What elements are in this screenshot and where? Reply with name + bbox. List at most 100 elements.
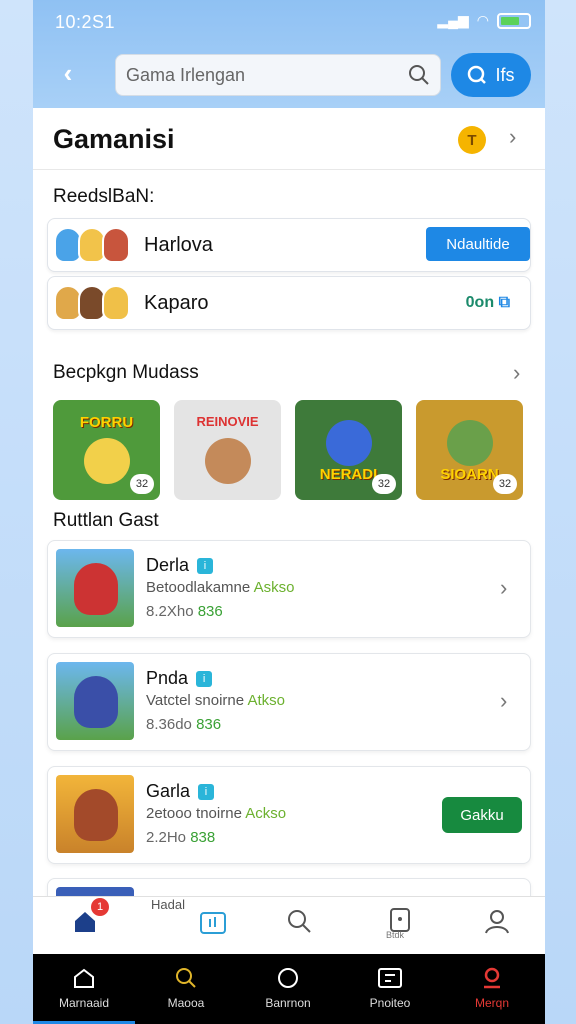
home-icon	[74, 968, 94, 988]
phone-screen: 10:2S1 ▂▄▆ ◠ ‹ Ifs Gamanisi T › R	[33, 0, 545, 1024]
search-button[interactable]: Ifs	[451, 53, 531, 97]
dark-nav-search[interactable]: Maooa	[135, 954, 237, 1024]
share-icon: ⧉	[498, 294, 510, 311]
play-button[interactable]: Gakku	[442, 797, 522, 833]
chevron-right-icon[interactable]: ›	[513, 360, 520, 386]
recent-heading: Ruttlan Gast	[53, 510, 159, 531]
desc-highlight: Askso	[253, 579, 295, 596]
info-tag-icon: i	[197, 557, 214, 574]
battery-icon	[497, 12, 531, 29]
search-icon	[288, 910, 311, 933]
desc-highlight: Ackso	[245, 805, 287, 822]
game-name-row: Garla i	[146, 781, 215, 802]
dark-nav-profile-card[interactable]: Pnoiteo	[339, 954, 441, 1024]
stats-highlight: 836	[196, 716, 222, 733]
game-character-icon	[83, 438, 130, 484]
tile-title: REINOVIE	[196, 414, 259, 429]
bottom-nav-light	[33, 896, 545, 954]
game-name-row: Pnda i	[146, 668, 213, 689]
title-row: Gamanisi T ›	[33, 108, 545, 170]
wifi-icon: ◠	[476, 12, 489, 28]
game-tile[interactable]: SIOARN 32	[416, 400, 523, 500]
game-description: Betoodlakamne Askso	[146, 579, 294, 596]
tile-badge: 32	[130, 474, 154, 494]
game-tile[interactable]: FORRU 32	[53, 400, 160, 500]
game-character-icon	[204, 438, 251, 484]
game-card[interactable]: Garla i 2etooo tnoirne Ackso 2.2Ho 838 G…	[47, 766, 531, 864]
game-character-icon	[325, 420, 372, 466]
avatar	[102, 285, 130, 321]
search-button-icon	[468, 65, 487, 84]
game-character-icon	[74, 789, 118, 841]
stats-text: 8.2Xho	[146, 603, 194, 620]
library-icon	[200, 912, 226, 934]
dark-nav-label: Pnoiteo	[369, 996, 411, 1010]
dark-nav-label: Merqn	[474, 996, 509, 1010]
popular-heading: Becpkgn Mudass	[53, 362, 199, 383]
chevron-right-icon[interactable]: ›	[500, 575, 507, 601]
notification-badge: 1	[91, 898, 109, 916]
dark-nav-label: Marnaaid	[58, 996, 110, 1010]
friend-avatars	[54, 285, 130, 321]
peek-label: Hadal	[151, 897, 185, 912]
friend-action-label: 0on	[465, 294, 495, 311]
search-icon	[176, 968, 196, 988]
game-name-row: Derla i	[146, 555, 214, 576]
background-left	[0, 0, 34, 1024]
status-icons: ▂▄▆ ◠	[437, 12, 531, 29]
dark-nav-home[interactable]: Marnaaid	[33, 954, 135, 1024]
stats-highlight: 836	[197, 603, 223, 620]
stats-text: 8.36do	[146, 716, 192, 733]
game-character-icon	[446, 420, 493, 466]
desc-text: Betoodlakamne	[146, 579, 251, 596]
dark-nav-label: Banrnon	[265, 996, 311, 1010]
game-thumbnail	[56, 662, 134, 740]
game-name: Pnda	[146, 668, 189, 688]
desc-highlight: Atkso	[247, 692, 285, 709]
friend-action-link[interactable]: 0on ⧉	[466, 294, 510, 312]
friends-heading: ReedslBaN:	[53, 186, 155, 207]
friend-card[interactable]: Harlova Ndaultide	[47, 218, 531, 272]
friend-avatars	[54, 227, 130, 263]
game-tiles: FORRU 32 REINOVIE NERADI 32 SIOARN 32	[53, 400, 523, 500]
app-header: 10:2S1 ▂▄▆ ◠ ‹ Ifs	[33, 0, 545, 108]
friend-card[interactable]: Kaparo 0on ⧉	[47, 276, 531, 330]
id-card-icon	[378, 968, 402, 988]
status-time: 10:2S1	[55, 12, 116, 32]
nav-profile[interactable]	[467, 907, 527, 940]
tile-title: FORRU	[79, 414, 134, 431]
game-tile[interactable]: REINOVIE	[174, 400, 281, 500]
game-stats: 2.2Ho 838	[146, 829, 215, 846]
bottom-nav-dark: Marnaaid Maooa Banrnon Pnoiteo Merqn	[33, 954, 545, 1024]
desc-text: 2etooo tnoirne	[146, 805, 242, 822]
page-title: Gamanisi	[53, 124, 175, 154]
dark-nav-account[interactable]: Merqn	[441, 954, 543, 1024]
back-button[interactable]: ‹	[51, 56, 85, 90]
stats-text: 2.2Ho	[146, 829, 187, 846]
game-name: Derla	[146, 555, 190, 575]
nav-library[interactable]	[183, 907, 243, 942]
game-tile[interactable]: NERADI 32	[295, 400, 402, 500]
search-input[interactable]	[126, 64, 396, 86]
game-thumbnail	[56, 549, 134, 627]
nav-search[interactable]	[269, 907, 329, 940]
tile-badge: 32	[372, 474, 396, 494]
friend-name: Kaparo	[144, 292, 209, 314]
game-card[interactable]: Derla i Betoodlakamne Askso 8.2Xho 836 ›	[47, 540, 531, 638]
search-button-label: Ifs	[495, 64, 515, 85]
chevron-right-icon[interactable]: ›	[509, 124, 516, 150]
desc-text: Vatctel snoirne	[146, 692, 245, 709]
circle-icon	[278, 968, 298, 988]
friend-action-button[interactable]: Ndaultide	[426, 227, 530, 261]
game-character-icon	[74, 676, 118, 728]
search-bar[interactable]	[115, 54, 441, 96]
coin-icon[interactable]: T	[458, 126, 486, 154]
nav-pad-label: Btdk	[386, 930, 405, 940]
game-description: 2etooo tnoirne Ackso	[146, 805, 286, 822]
game-name: Garla	[146, 781, 191, 801]
info-tag-icon: i	[196, 670, 213, 687]
user-icon	[484, 967, 500, 989]
game-card[interactable]: Pnda i Vatctel snoirne Atkso 8.36do 836 …	[47, 653, 531, 751]
dark-nav-circle[interactable]: Banrnon	[237, 954, 339, 1024]
chevron-right-icon[interactable]: ›	[500, 688, 507, 714]
